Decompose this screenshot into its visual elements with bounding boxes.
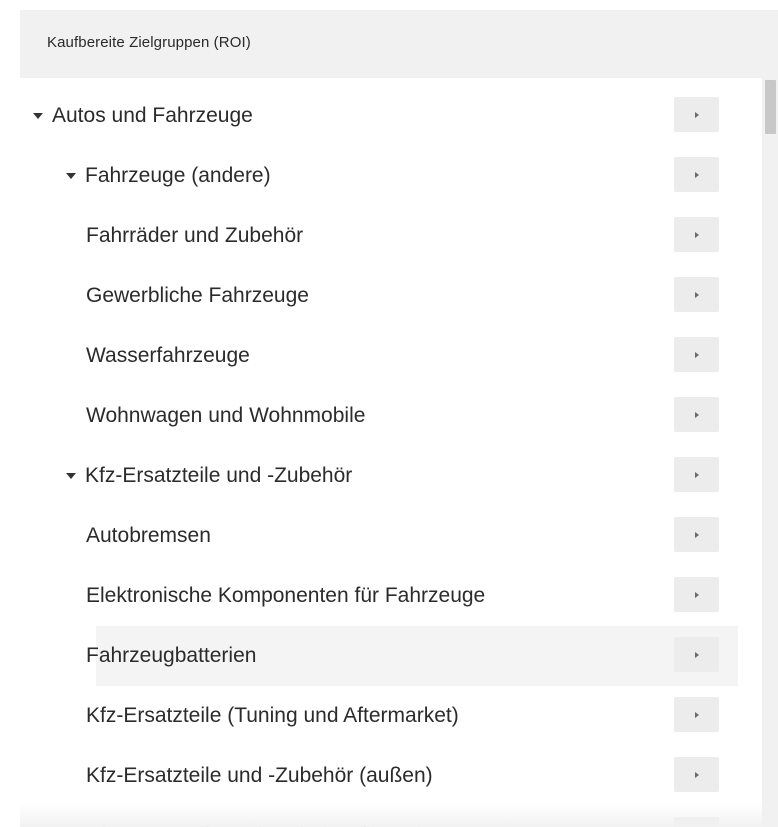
chevron-right-icon	[694, 591, 699, 598]
chevron-right-icon	[694, 531, 699, 538]
list-item-label: Fahrzeugbatterien	[86, 644, 257, 667]
add-audience-button[interactable]	[674, 397, 719, 432]
list-item-label: Kfz-Ersatzteile (Tuning und Aftermarket)	[86, 704, 459, 727]
audience-panel: Kaufbereite Zielgruppen (ROI) Autos und …	[20, 10, 778, 827]
list-item-label: Fahrräder und Zubehör	[86, 224, 304, 247]
list-item[interactable]: Fahrräder und Zubehör	[20, 206, 762, 266]
chevron-right-icon	[694, 711, 699, 718]
add-audience-button[interactable]	[674, 97, 719, 132]
list-item[interactable]: Gewerbliche Fahrzeuge	[20, 266, 762, 326]
chevron-right-icon	[694, 231, 699, 238]
caret-down-icon[interactable]	[66, 173, 76, 179]
list-item-label: Fahrzeuge (andere)	[85, 164, 271, 187]
list-item[interactable]: Fahrzeuge (andere)	[20, 146, 762, 206]
list-item[interactable]: Kfz-Ersatzteile (Tuning und Aftermarket)	[20, 686, 762, 746]
chevron-right-icon	[694, 651, 699, 658]
caret-down-icon[interactable]	[66, 473, 76, 479]
list-item-label: Wasserfahrzeuge	[86, 344, 250, 367]
list-item[interactable]: Autobremsen	[20, 506, 762, 566]
add-audience-button[interactable]	[674, 697, 719, 732]
list-item[interactable]: Kfz-Ersatzteile und -Zubehör (außen)	[20, 746, 762, 806]
chevron-right-icon	[694, 291, 699, 298]
list-bottom-fade	[20, 803, 762, 827]
add-audience-button[interactable]	[674, 577, 719, 612]
chevron-right-icon	[694, 351, 699, 358]
chevron-right-icon	[694, 171, 699, 178]
chevron-right-icon	[694, 411, 699, 418]
list-item-label: Wohnwagen und Wohnmobile	[86, 404, 366, 427]
list-item-label: Elektronische Komponenten für Fahrzeuge	[86, 584, 486, 607]
chevron-right-icon	[694, 471, 699, 478]
add-audience-button[interactable]	[674, 217, 719, 252]
list-item[interactable]: Autos und Fahrzeuge	[20, 86, 762, 146]
list-item-label: Autos und Fahrzeuge	[52, 104, 253, 127]
panel-title: Kaufbereite Zielgruppen (ROI)	[47, 34, 251, 51]
chevron-right-icon	[694, 771, 699, 778]
caret-down-icon[interactable]	[33, 113, 43, 119]
scrollbar-thumb[interactable]	[765, 80, 776, 134]
add-audience-button[interactable]	[674, 457, 719, 492]
list-item[interactable]: Fahrzeugbatterien	[20, 626, 762, 686]
add-audience-button[interactable]	[674, 517, 719, 552]
add-audience-button[interactable]	[674, 637, 719, 672]
add-audience-button[interactable]	[674, 277, 719, 312]
add-audience-button[interactable]	[674, 157, 719, 192]
list-item-label: Kfz-Ersatzteile und -Zubehör	[85, 464, 353, 487]
list-item[interactable]: Wasserfahrzeuge	[20, 326, 762, 386]
scrollbar[interactable]	[762, 78, 778, 827]
panel-header: Kaufbereite Zielgruppen (ROI)	[20, 10, 778, 78]
chevron-right-icon	[694, 111, 699, 118]
add-audience-button[interactable]	[674, 757, 719, 792]
add-audience-button[interactable]	[674, 337, 719, 372]
list-item[interactable]: Wohnwagen und Wohnmobile	[20, 386, 762, 446]
list-item-label: Autobremsen	[86, 524, 211, 547]
list-item[interactable]: Elektronische Komponenten für Fahrzeuge	[20, 566, 762, 626]
list-item-label: Kfz-Ersatzteile und -Zubehör (außen)	[86, 764, 433, 787]
list-item[interactable]: Kfz-Ersatzteile und -Zubehör	[20, 446, 762, 506]
category-list: Autos und Fahrzeuge Fahrzeuge (andere) Fah…	[20, 78, 762, 827]
list-item-label: Gewerbliche Fahrzeuge	[86, 284, 309, 307]
